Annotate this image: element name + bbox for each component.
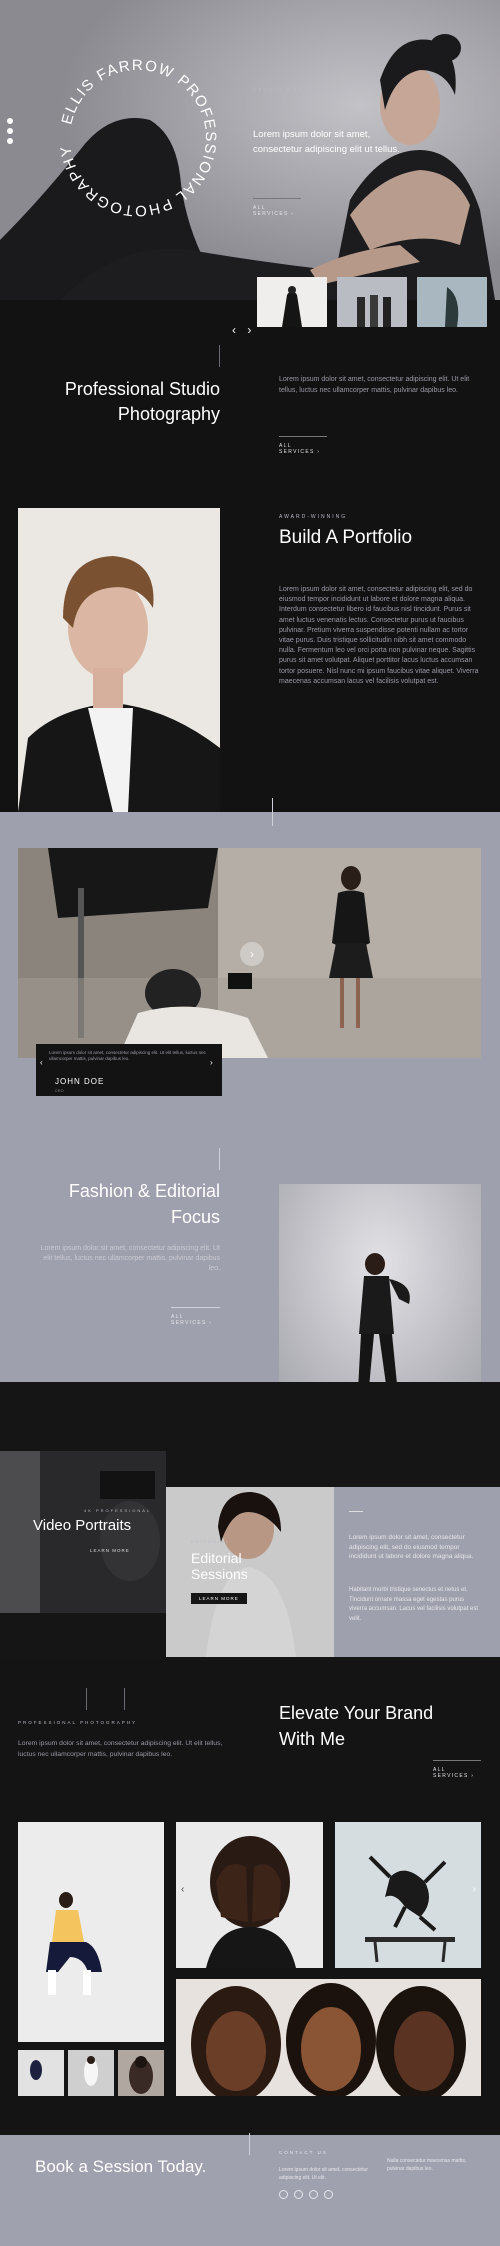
facebook-icon[interactable] — [279, 2190, 288, 2199]
gallery-photo-hands[interactable]: ‹ — [176, 1822, 323, 1968]
elevate-all-services-link[interactable]: ALL SERVICES › — [433, 1760, 481, 1779]
studio-link-label: ALL SERVICES — [279, 443, 315, 455]
social-links — [7, 118, 13, 144]
testimonial-prev-button[interactable]: ‹ — [40, 1058, 43, 1067]
hero-link-label: ALL SERVICES — [253, 205, 289, 217]
hero-carousel-arrows[interactable]: ‹ › — [232, 323, 255, 337]
twitter-icon[interactable] — [294, 2190, 303, 2199]
hero-all-services-link[interactable]: ALL SERVICES › — [253, 198, 301, 217]
youtube-icon[interactable] — [309, 2190, 318, 2199]
divider-line — [349, 1511, 363, 1512]
testimonial-role: CEO — [55, 1088, 64, 1093]
hero-body: Lorem ipsum dolor sit amet, consectetur … — [253, 129, 400, 155]
testimonial-next-button[interactable]: › — [210, 1058, 213, 1067]
instagram-icon[interactable] — [7, 138, 13, 144]
video-title: Video Portraits — [33, 1517, 132, 1534]
footer-side-body: Nulla consectetur maecenas mattis, pulvi… — [387, 2158, 467, 2172]
fashion-title: Fashion & Editorial Focus — [20, 1178, 220, 1230]
hero-thumb-3[interactable] — [417, 277, 487, 327]
gallery-prev-button[interactable]: ‹ — [181, 1884, 184, 1895]
studio-scene-photo: › — [18, 848, 481, 1058]
editorial-eyebrow: EDITORIAL — [191, 1539, 231, 1544]
elevate-title-line2: With Me — [279, 1729, 346, 1749]
fashion-link-label: ALL SERVICES — [171, 1314, 207, 1326]
hero-section: ELLIS FARROW PROFESSIONAL PHOTOGRAPHY ST… — [0, 0, 500, 300]
hero-eyebrow: STUDIO PHOTOGRAPHY — [253, 88, 349, 94]
footer — [0, 2135, 500, 2246]
editorial-card[interactable]: EDITORIAL Editorial Sessions LEARN MORE — [166, 1487, 334, 1657]
fashion-title-line1: Fashion & Editorial — [68, 1181, 220, 1201]
slider-next-button[interactable]: › — [240, 942, 264, 966]
editorial-body-1: Lorem ipsum dolor sit amet, consectetur … — [349, 1534, 474, 1560]
video-portraits-card[interactable]: 4K PROFESSIONAL Video Portraits LEARN MO… — [0, 1451, 166, 1613]
divider-line — [124, 1688, 125, 1710]
fashion-body: Lorem ipsum dolor sit amet, consectetur … — [40, 1245, 220, 1272]
elevate-body: Lorem ipsum dolor sit amet, consectetur … — [18, 1740, 223, 1758]
divider-line — [86, 1688, 87, 1710]
footer-contact-label: CONTACT US — [279, 2150, 328, 2155]
svg-text:ELLIS FARROW PROFESSIONAL PHOT: ELLIS FARROW PROFESSIONAL PHOTOGRAPHY — [57, 57, 219, 219]
video-eyebrow: 4K PROFESSIONAL — [84, 1508, 152, 1513]
gallery-thumb-3[interactable] — [118, 2050, 164, 2096]
gallery-thumb-2[interactable] — [68, 2050, 114, 2096]
testimonial-card: Lorem ipsum dolor sit amet, consectetur … — [36, 1044, 222, 1096]
editorial-body-2: Habitant morbi tristique senectus et net… — [349, 1587, 479, 1622]
studio-title: Professional Studio Photography — [40, 377, 220, 427]
elevate-title: Elevate Your Brand With Me — [279, 1700, 433, 1752]
circular-logo-text: ELLIS FARROW PROFESSIONAL PHOTOGRAPHY — [57, 57, 219, 219]
testimonial-quote: Lorem ipsum dolor sit amet, consectetur … — [49, 1050, 206, 1061]
editorial-title: Editorial Sessions — [191, 1550, 248, 1582]
editorial-learn-more-button[interactable]: LEARN MORE — [191, 1593, 247, 1604]
gallery-thumb-1[interactable] — [18, 2050, 64, 2096]
testimonial-name: JOHN DOE — [55, 1077, 105, 1086]
divider-line — [272, 798, 273, 826]
facebook-icon[interactable] — [7, 118, 13, 124]
elevate-link-label: ALL SERVICES — [433, 1767, 469, 1779]
gallery-next-button[interactable]: › — [473, 1884, 476, 1895]
gallery-photo-jump[interactable]: › — [335, 1822, 481, 1968]
portfolio-eyebrow: AWARD-WINNING — [279, 514, 348, 520]
studio-all-services-link[interactable]: ALL SERVICES › — [279, 436, 327, 455]
circle-text: ELLIS FARROW PROFESSIONAL PHOTOGRAPHY — [57, 57, 217, 219]
studio-body: Lorem ipsum dolor sit amet, consectetur … — [279, 376, 470, 394]
hero-thumb-2[interactable] — [337, 277, 407, 327]
elevate-title-line1: Elevate Your Brand — [279, 1703, 434, 1723]
gallery-main-photo[interactable] — [18, 1822, 164, 2042]
editorial-title-line2: Sessions — [191, 1566, 248, 1582]
twitter-icon[interactable] — [7, 128, 13, 134]
fashion-all-services-link[interactable]: ALL SERVICES › — [171, 1307, 220, 1326]
video-learn-more-link[interactable]: LEARN MORE — [90, 1548, 130, 1553]
footer-title: Book a Session Today. — [35, 2157, 207, 2176]
portfolio-photo — [18, 508, 220, 812]
portfolio-title: Build A Portfolio — [279, 527, 413, 548]
studio-title-line2: Photography — [117, 404, 220, 424]
footer-contact-body: Lorem ipsum dolor sit amet, consectetur … — [279, 2167, 368, 2181]
editorial-title-line1: Editorial — [191, 1550, 242, 1566]
studio-title-line1: Professional Studio — [64, 379, 220, 399]
elevate-eyebrow: PROFESSIONAL PHOTOGRAPHY — [18, 1720, 138, 1725]
divider-line — [219, 345, 220, 367]
fashion-title-line2: Focus — [170, 1207, 220, 1227]
editorial-text-panel: Lorem ipsum dolor sit amet, consectetur … — [334, 1487, 500, 1657]
footer-social-links — [279, 2190, 333, 2199]
gallery-photo-group[interactable] — [176, 1979, 481, 2096]
instagram-icon[interactable] — [324, 2190, 333, 2199]
portfolio-body: Lorem ipsum dolor sit amet, consectetur … — [279, 586, 479, 685]
hero-thumb-1[interactable] — [257, 277, 327, 327]
divider-line — [219, 1148, 220, 1170]
divider-line — [249, 2133, 250, 2155]
